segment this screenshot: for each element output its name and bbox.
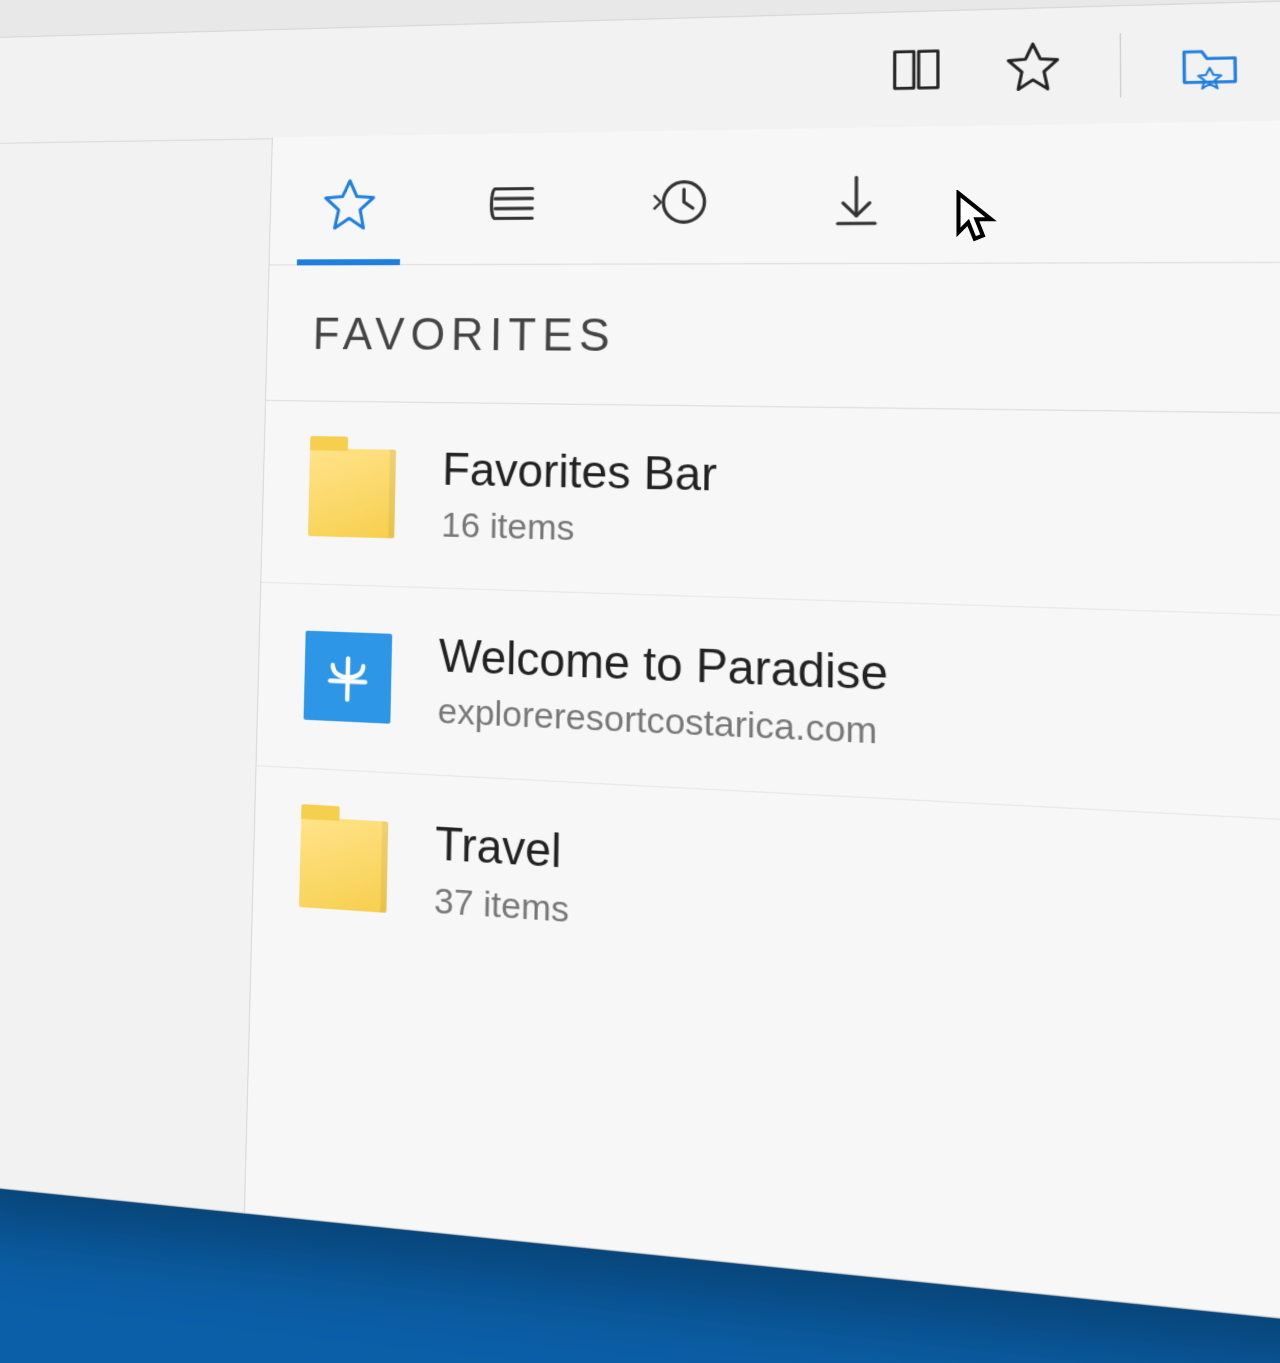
site-icon	[304, 631, 393, 724]
tab-favorites[interactable]	[303, 145, 397, 264]
folder-icon	[299, 817, 388, 913]
item-title: Welcome to Paradise	[438, 630, 888, 702]
item-subtitle: exploreresortcostarica.com	[437, 691, 888, 754]
item-title: Travel	[435, 818, 571, 880]
tab-history[interactable]	[632, 140, 731, 263]
browser-window: ••• FAVORITES	[0, 0, 1280, 1351]
item-title: Favorites Bar	[442, 444, 717, 502]
tab-downloads[interactable]	[806, 137, 908, 263]
toolbar-divider	[1120, 33, 1122, 97]
tab-reading-list[interactable]	[465, 143, 561, 264]
hub-tabs	[270, 116, 1280, 265]
item-subtitle: 37 items	[434, 881, 570, 932]
add-favorite-icon[interactable]	[1001, 37, 1065, 98]
hub-title: FAVORITES	[266, 262, 1280, 417]
hub-title-text: FAVORITES	[312, 310, 616, 362]
hub-icon[interactable]	[1177, 32, 1243, 94]
favorites-list: Favorites Bar 16 items Welcome to Paradi…	[245, 401, 1280, 1350]
folder-icon	[308, 448, 396, 538]
hub-panel: FAVORITES Favorites Bar 16 items Welcome	[244, 116, 1280, 1350]
item-subtitle: 16 items	[441, 505, 717, 553]
reading-view-icon[interactable]	[885, 40, 947, 100]
